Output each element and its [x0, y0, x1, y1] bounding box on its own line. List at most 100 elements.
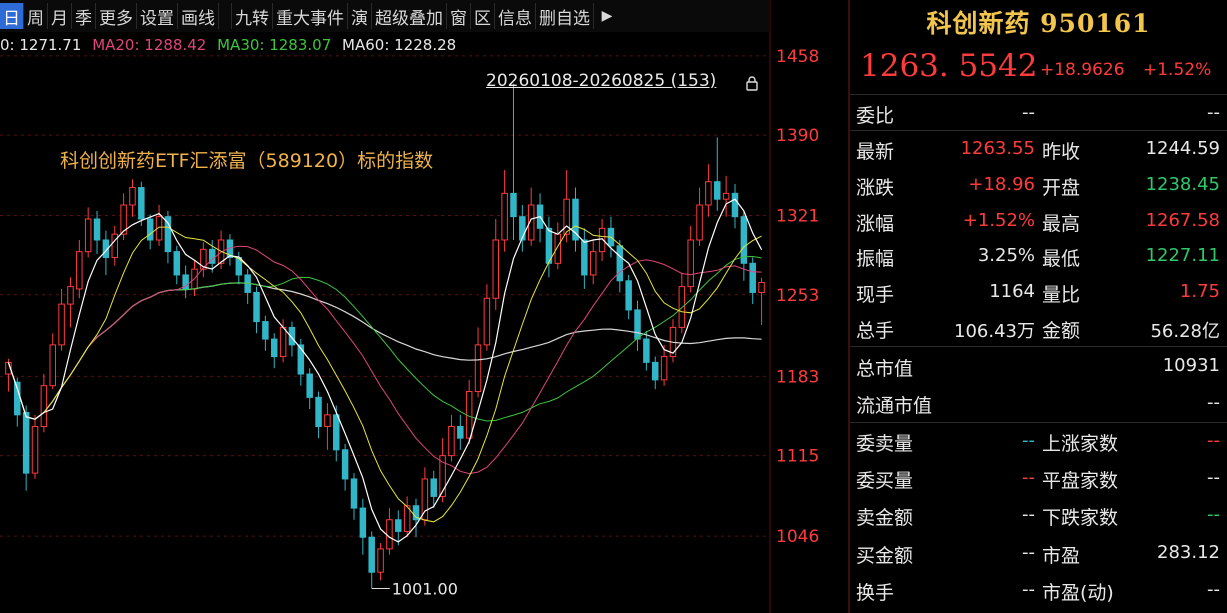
- info-button[interactable]: 信息: [495, 3, 536, 29]
- candle-up: [279, 326, 287, 358]
- ma5-value: 0: 1271.71: [0, 36, 82, 54]
- y-tick-label: 1321: [776, 207, 819, 227]
- divider: [850, 130, 1227, 131]
- candle-up: [377, 548, 384, 573]
- candle-down: [749, 262, 756, 293]
- quote-row-label-left: 振幅: [856, 248, 895, 271]
- candle-down: [731, 192, 739, 218]
- tab-month[interactable]: 月: [48, 3, 72, 29]
- candle-up: [448, 425, 455, 457]
- candle-down: [359, 507, 367, 538]
- major-events-button[interactable]: 重大事件: [273, 3, 348, 29]
- price-change: +18.9626: [1040, 60, 1125, 80]
- quote-row-label-right: 量比: [1042, 284, 1081, 307]
- y-tick-label: 1183: [776, 367, 819, 387]
- quote-row-label-left: 涨幅: [856, 212, 895, 235]
- order-row-value-left: --: [1022, 541, 1035, 563]
- y-tick-label: 1458: [776, 47, 819, 67]
- candle-up: [696, 204, 703, 241]
- order-row-value-right: --: [1207, 467, 1220, 489]
- candle-down: [262, 321, 269, 340]
- order-row-value-left: --: [1022, 578, 1035, 600]
- candle-down: [270, 338, 278, 358]
- candle-up: [492, 239, 500, 299]
- remove-watchlist-button[interactable]: 删自选: [536, 3, 594, 29]
- candle-up: [31, 425, 39, 474]
- min-price-label: 1001.00: [392, 580, 458, 599]
- order-row-label-right: 平盘家数: [1042, 470, 1119, 493]
- collapse-arrow-icon[interactable]: ▶: [594, 3, 620, 29]
- draw-line-button[interactable]: 画线: [178, 3, 219, 29]
- order-row-label-left: 换手: [856, 581, 895, 604]
- candlestick-chart[interactable]: 1458 1390 1321 1253 1183 1115 1046 1001.00: [0, 0, 850, 613]
- tab-day[interactable]: 日: [0, 3, 24, 29]
- period-toolbar: 日 周 月 季 更多 设置 画线 九转 重大事件 演 超级叠加 窗 区 信息 删…: [0, 0, 770, 32]
- quote-row-value-left: +1.52%: [962, 209, 1035, 231]
- market-cap-label: 总市值: [856, 358, 914, 380]
- last-price: 1263. 5542: [860, 48, 1038, 84]
- quote-row-label-left: 现手: [856, 284, 895, 307]
- order-row-value-right: --: [1207, 430, 1220, 451]
- nine-turn-button[interactable]: 九转: [231, 3, 273, 29]
- candle-down: [395, 519, 402, 532]
- candle-down: [581, 239, 588, 276]
- weibi-diff: --: [1207, 102, 1220, 123]
- candle-up: [705, 181, 712, 206]
- order-row-label-left: 买金额: [856, 544, 914, 567]
- candle-up: [554, 233, 562, 264]
- candle-up: [129, 187, 136, 206]
- candle-down: [572, 198, 579, 241]
- order-row-value-right: --: [1207, 578, 1220, 600]
- tab-quarter[interactable]: 季: [72, 3, 96, 29]
- demo-button[interactable]: 演: [348, 3, 372, 29]
- quote-row-label-left: 涨跌: [856, 176, 895, 199]
- y-tick-label: 1253: [776, 286, 819, 306]
- quote-row-label-left: 最新: [856, 141, 895, 163]
- candle-up: [758, 281, 765, 293]
- ma20-value: MA20: 1288.42: [92, 36, 207, 54]
- quote-row-label-right: 昨收: [1042, 141, 1081, 163]
- quote-row-label-right: 开盘: [1042, 176, 1081, 199]
- y-tick-label: 1046: [776, 527, 819, 547]
- candle-down: [714, 181, 721, 200]
- candle-up: [40, 385, 48, 427]
- security-title: 科创新药 950161: [926, 9, 1151, 38]
- window-button[interactable]: 窗: [447, 3, 471, 29]
- quote-row-value-left: 1263.55: [960, 138, 1035, 159]
- quote-panel: 科创新药 950161 1263. 5542 +18.9626 +1.52% 委…: [850, 0, 1227, 613]
- quote-row-value-left: 1164: [989, 281, 1035, 303]
- candle-down: [146, 218, 154, 241]
- lock-icon[interactable]: [744, 75, 760, 91]
- candle-up: [687, 239, 694, 288]
- candle-down: [651, 361, 659, 381]
- order-row-label-right: 市盈(动): [1042, 581, 1114, 604]
- weibi-label: 委比: [856, 105, 895, 127]
- candle-down: [510, 192, 517, 218]
- candle-down: [616, 245, 624, 282]
- order-row-value-right: 283.12: [1157, 541, 1220, 563]
- order-row-label-left: 委买量: [856, 470, 914, 493]
- date-range-label[interactable]: 20260108-20260825 (153): [486, 71, 716, 91]
- candle-up: [67, 286, 74, 305]
- etf-annotation: 科创创新药ETF汇添富（589120）标的指数: [60, 150, 434, 172]
- candle-up: [76, 251, 83, 290]
- quote-row-value-left: +18.96: [968, 173, 1035, 195]
- candle-down: [138, 187, 145, 220]
- ma10-line: [7, 225, 762, 523]
- divider: [850, 94, 1227, 95]
- candle-up: [722, 192, 730, 200]
- super-overlay-button[interactable]: 超级叠加: [372, 3, 447, 29]
- candle-down: [634, 309, 641, 340]
- candle-down: [333, 414, 340, 451]
- more-button[interactable]: 更多: [96, 3, 137, 29]
- quote-row-value-right: 56.28亿: [1150, 321, 1220, 342]
- settings-button[interactable]: 设置: [137, 3, 178, 29]
- quote-row-value-right: 1267.58: [1145, 209, 1220, 231]
- tab-week[interactable]: 周: [24, 3, 48, 29]
- quote-row-label-left: 总手: [856, 320, 895, 342]
- divider: [850, 346, 1227, 347]
- range-button[interactable]: 区: [471, 3, 495, 29]
- candle-down: [350, 478, 358, 509]
- candle-up: [483, 297, 491, 346]
- order-row-label-right: 市盈: [1042, 544, 1081, 567]
